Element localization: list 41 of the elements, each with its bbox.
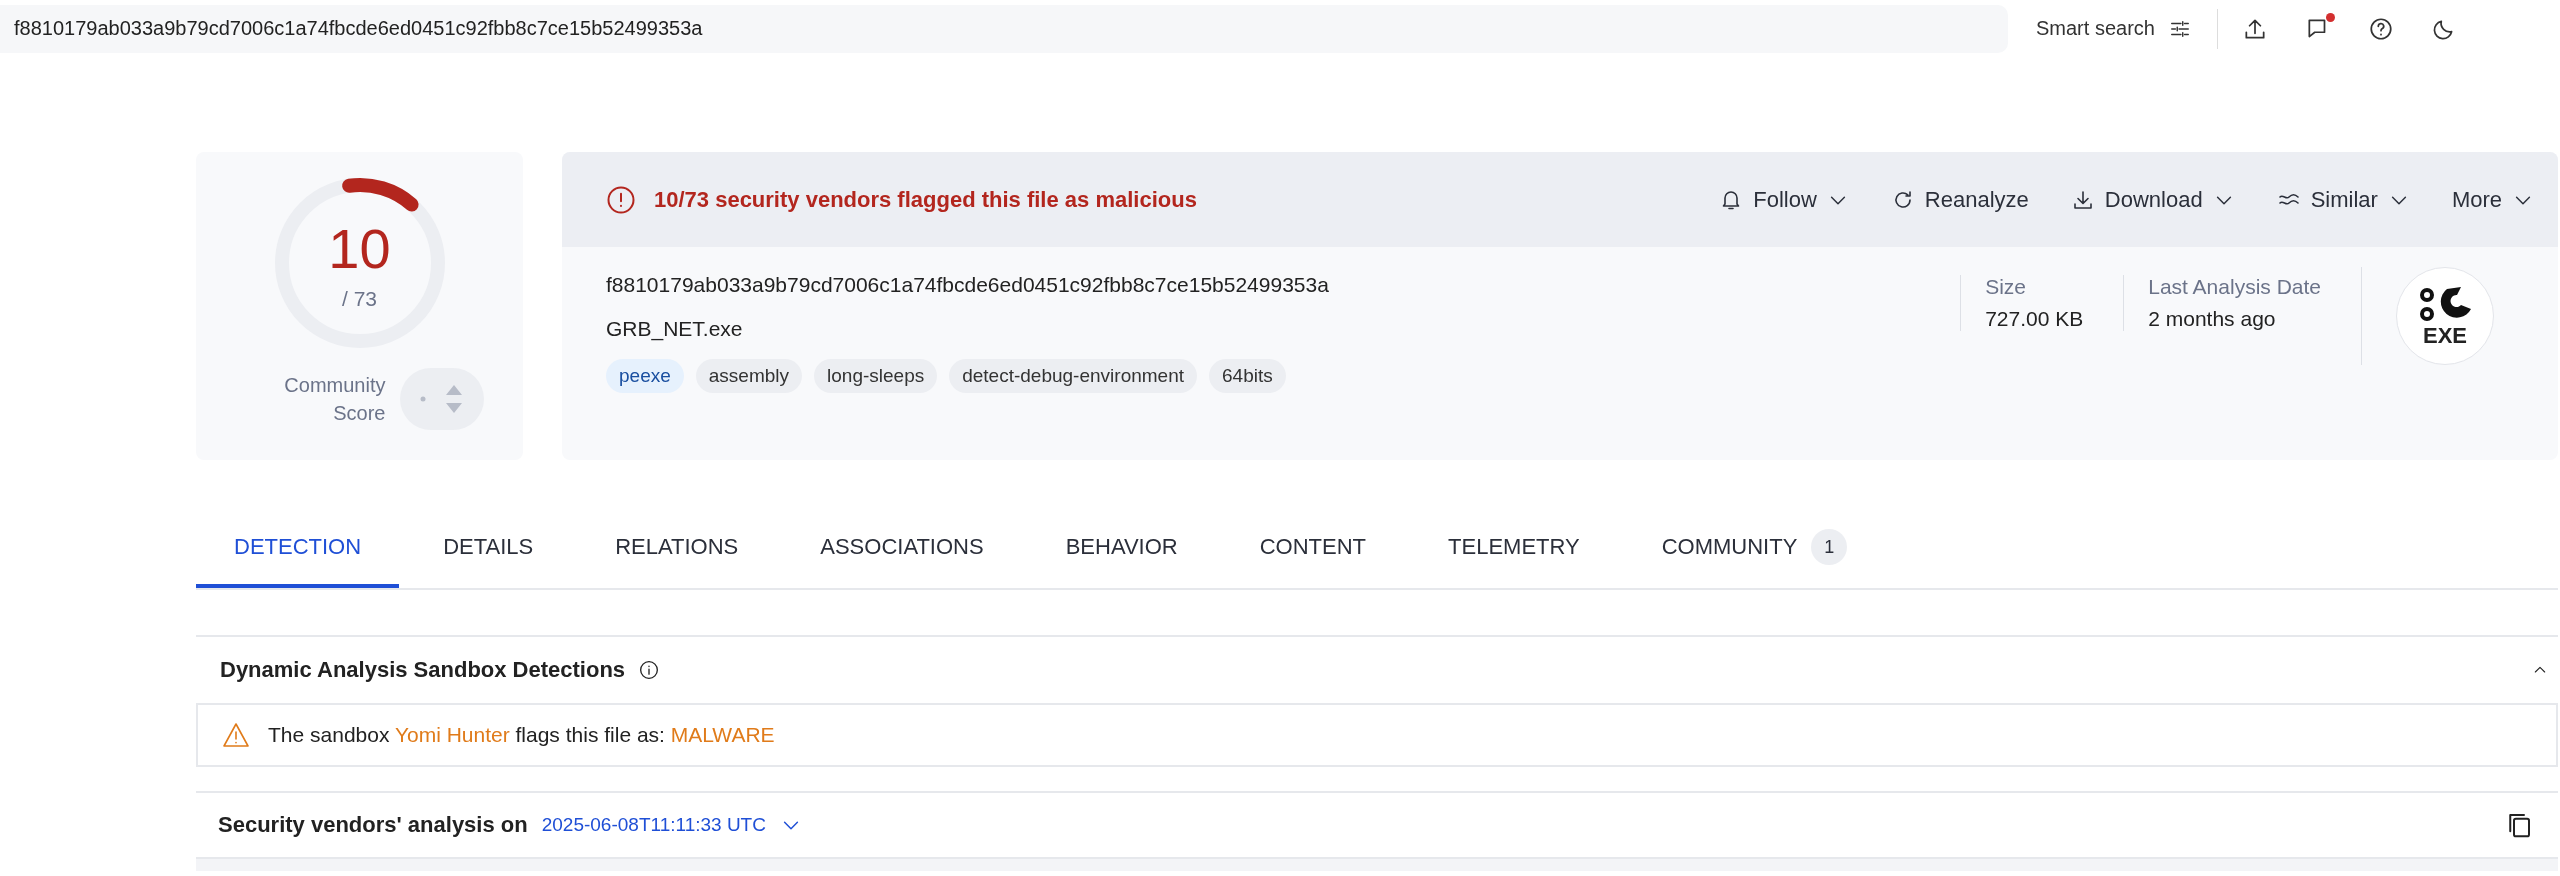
stat-label: Last Analysis Date: [2148, 275, 2321, 299]
stat-value: 727.00 KB: [1985, 307, 2084, 331]
tab[interactable]: CONTENT: [1221, 510, 1405, 588]
detection-alert-text: 10/73 security vendors flagged this file as malicious: [654, 186, 1197, 213]
stat-label: Size: [1985, 275, 2027, 299]
section-title: Security vendors' analysis on: [218, 812, 528, 838]
stat-value: 2 months ago: [2148, 307, 2277, 331]
tab[interactable]: DETECTION: [196, 510, 400, 588]
analysis-date-dropdown[interactable]: 2025-06-08T11:11:33 UTC: [541, 814, 802, 836]
tab[interactable]: ASSOCIATIONS: [782, 510, 1022, 588]
count-badge: 1: [1811, 529, 1848, 565]
tab[interactable]: RELATIONS: [577, 510, 777, 588]
help-icon[interactable]: [2367, 15, 2394, 42]
action-button[interactable]: Download: [2070, 186, 2235, 213]
file-tag[interactable]: 64bits: [1209, 359, 1286, 393]
file-hash: f8810179ab033a9b79cd7006c1a74fbcde6ed0451c92fbb8c7ce15b52499353a: [606, 273, 1330, 297]
smart-search-button[interactable]: Smart search: [2036, 17, 2191, 40]
sandbox-message: The sandbox Yomi Hunter flags this file as: MALWARE: [268, 723, 775, 747]
tab[interactable]: BEHAVIOR: [1027, 510, 1216, 588]
action-button[interactable]: Follow: [1719, 186, 1849, 213]
action-button[interactable]: Similar: [2276, 186, 2410, 213]
tab[interactable]: COMMUNITY 1: [1623, 510, 1886, 588]
dot-icon: [419, 396, 426, 402]
section-title: Dynamic Analysis Sandbox Detections: [220, 657, 626, 683]
alert-circle-icon: [606, 184, 636, 215]
community-score-label: Community Score: [283, 373, 386, 426]
vendor-total: / 73: [342, 287, 377, 311]
file-tag[interactable]: detect-debug-environment: [949, 359, 1197, 393]
search-field[interactable]: f8810179ab033a9b79cd7006c1a74fbcde6ed0451c92fbb8c7ce15b52499353a: [0, 4, 2008, 53]
info-icon: [639, 660, 660, 680]
detection-count: 10: [328, 221, 391, 277]
action-button[interactable]: Reanalyze: [1890, 186, 2029, 213]
action-button[interactable]: More: [2451, 186, 2534, 213]
tab[interactable]: TELEMETRY: [1410, 510, 1618, 588]
file-tag[interactable]: peexe: [606, 359, 684, 393]
file-tag[interactable]: assembly: [695, 359, 803, 393]
file-type-label: EXE: [2423, 325, 2467, 347]
file-tag[interactable]: long-sleeps: [814, 359, 938, 393]
file-name: GRB_NET.exe: [606, 317, 744, 341]
warning-icon: [222, 722, 250, 748]
tab[interactable]: DETAILS: [405, 510, 572, 588]
